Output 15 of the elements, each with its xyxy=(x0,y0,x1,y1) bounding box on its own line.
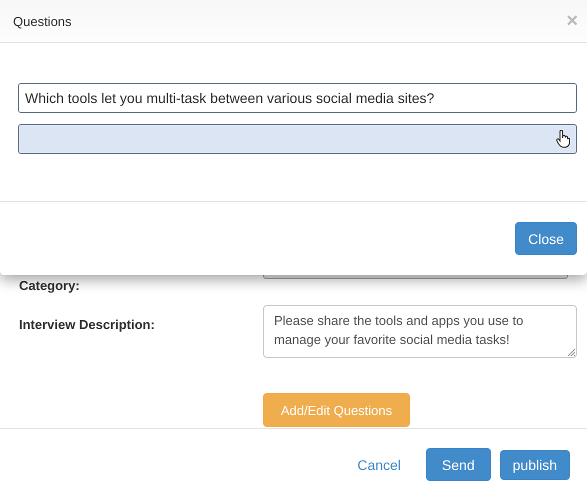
category-select[interactable] xyxy=(263,275,568,279)
publish-button[interactable]: publish xyxy=(500,450,570,480)
hand-cursor-icon xyxy=(556,130,570,148)
field-label: Category: xyxy=(19,277,81,293)
close-icon[interactable]: × xyxy=(566,11,578,31)
field-label: Interview Description: xyxy=(19,316,156,332)
question-field[interactable] xyxy=(18,124,577,154)
send-button[interactable]: Send xyxy=(426,448,491,481)
cancel-link[interactable]: Cancel xyxy=(357,456,401,472)
description-field[interactable]: Please share the tools and apps you use to manage your favorite social media tasks! xyxy=(263,305,577,358)
add-edit-questions-button[interactable]: Add/Edit Questions xyxy=(263,393,410,427)
resize-grip-icon[interactable] xyxy=(567,348,575,356)
dialog-title: Questions xyxy=(13,14,72,28)
close-button[interactable]: Close xyxy=(515,222,577,255)
question-field[interactable]: Which tools let you multi-task between various social media sites? xyxy=(18,83,577,113)
